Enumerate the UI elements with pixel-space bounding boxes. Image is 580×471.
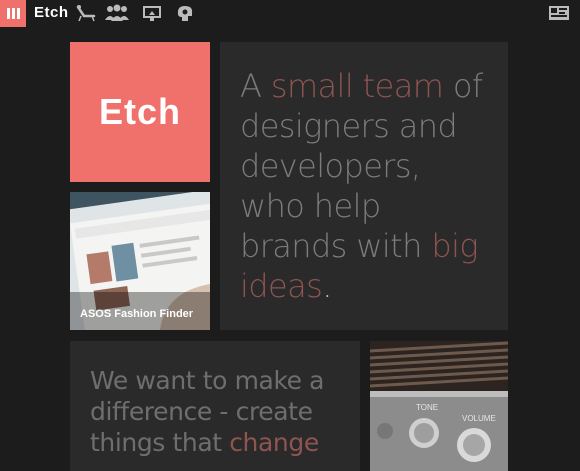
radio-photo-tile[interactable]: TONE VOLUME [370,341,508,471]
radio-photo [370,341,508,471]
menu-button[interactable] [0,0,26,27]
intro-tile: A small team of designers and developers… [220,42,508,330]
brand-logo[interactable]: Etch [34,4,69,21]
monitor-icon[interactable] [141,4,163,22]
mission-tile: We want to make a difference - create th… [70,341,360,471]
head-icon[interactable] [174,4,196,22]
project-caption: ASOS Fashion Finder [80,308,194,320]
mission-text: We want to make a difference - create th… [90,366,325,457]
lounge-chair-icon[interactable] [75,4,97,22]
contact-card-icon[interactable] [548,4,570,22]
menu-icon [6,8,10,19]
logo-tile[interactable]: Etch [70,42,210,182]
logo-wordmark: Etch [98,91,181,132]
radio-label-tone: TONE [416,403,439,412]
mission-accent-change: change [229,428,319,457]
team-icon[interactable] [104,4,130,22]
intro-accent-small-team: small team [270,67,444,105]
top-navigation-bar: Etch [0,0,580,27]
radio-label-volume: VOLUME [462,414,496,423]
intro-text: A small team of designers and developers… [240,67,483,305]
project-tile-asos[interactable]: ASOS Fashion Finder [70,192,210,330]
